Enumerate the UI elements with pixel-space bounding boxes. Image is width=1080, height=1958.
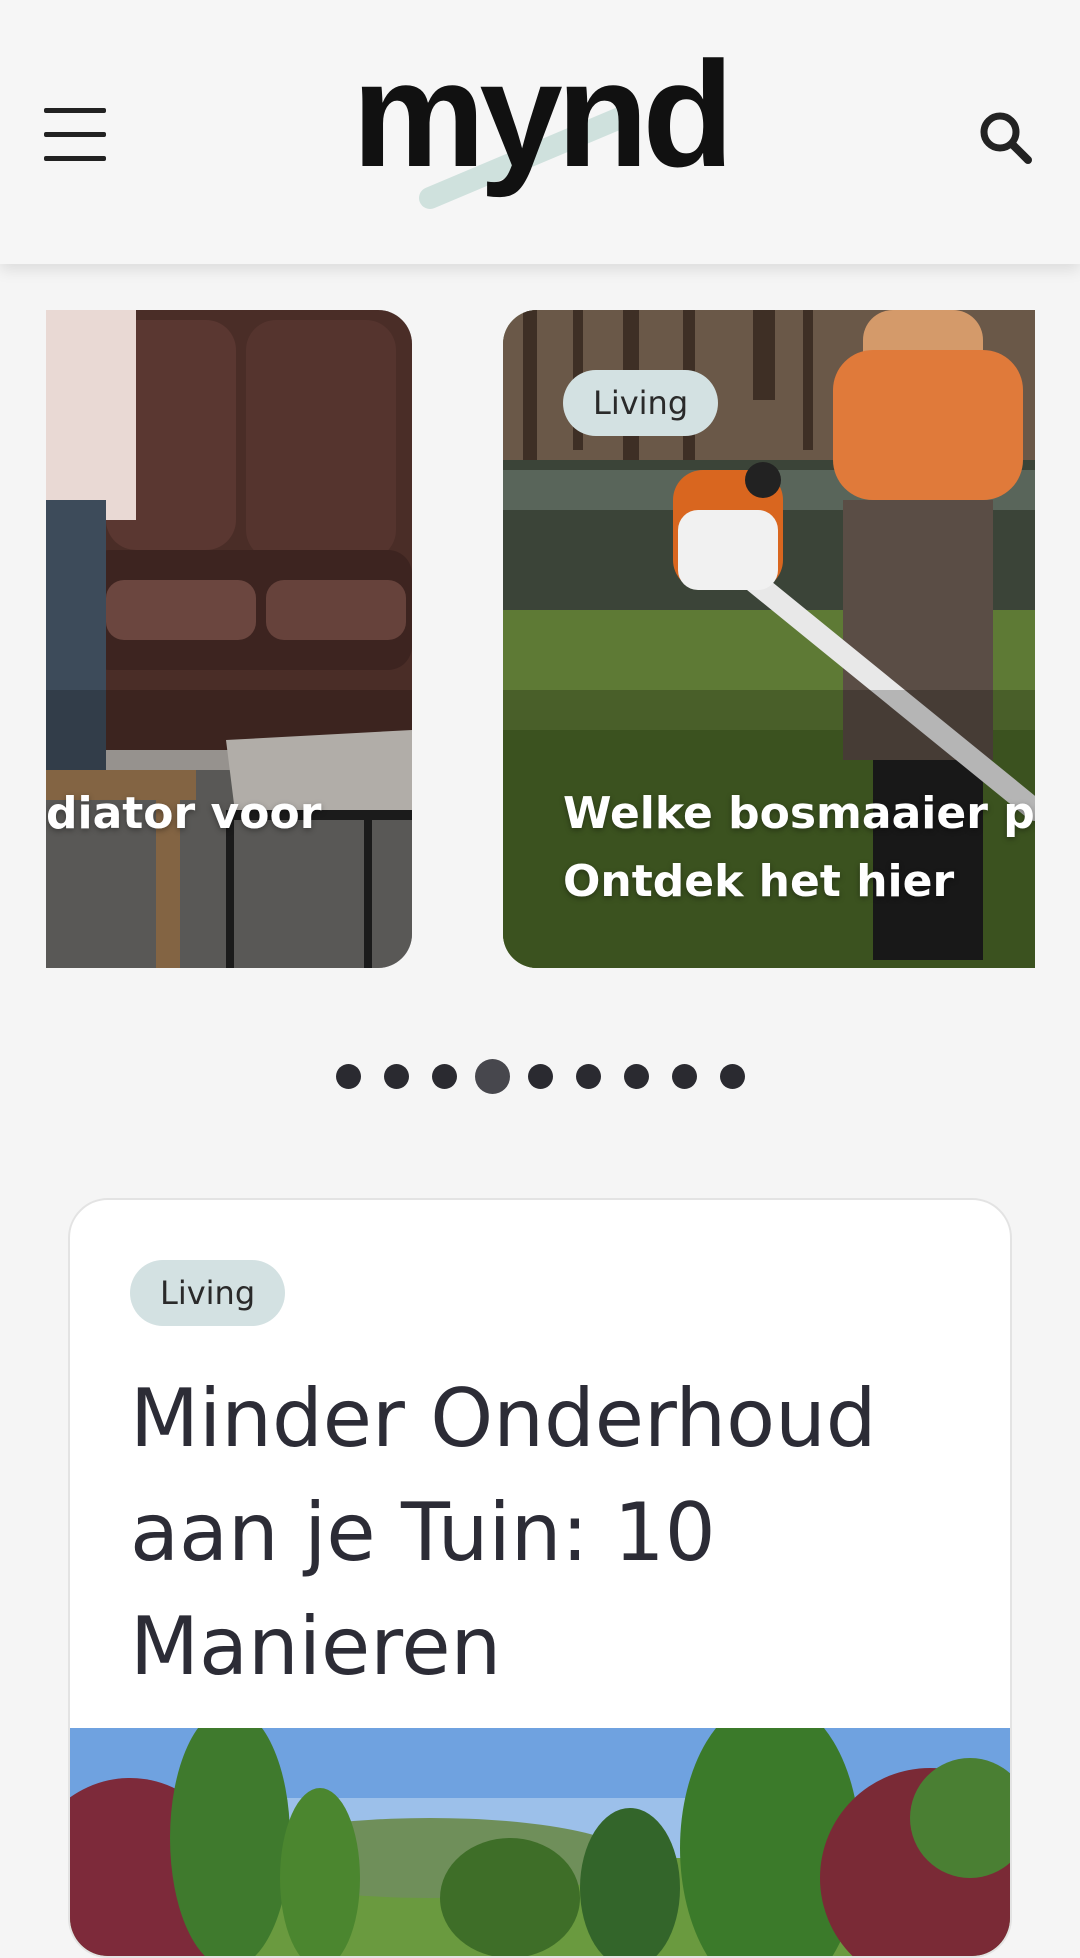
pagination-dot[interactable] [576,1064,601,1089]
mynd-logo[interactable]: mynd [320,48,760,218]
pagination-dot[interactable] [720,1064,745,1089]
pagination-dot[interactable] [384,1064,409,1089]
slide-title-line: Ontdek het hier [563,856,955,907]
slide-title-line: Welke bosmaaier past [563,788,1035,839]
featured-article-card[interactable]: Living Minder Onderhoud aan je Tuin: 10 … [68,1198,1012,1958]
svg-text:mynd: mynd [352,48,728,198]
pagination-dot[interactable] [672,1064,697,1089]
carousel-slide[interactable]: Living Welke bosmaaier past Ontdek het h… [503,310,1035,968]
carousel-slide[interactable]: diator voor [46,310,412,968]
pagination-dot[interactable] [528,1064,553,1089]
top-header: mynd [0,0,1080,264]
category-pill[interactable]: Living [563,370,719,436]
article-carousel[interactable]: diator voor Living Welke bosmaaier p Ont… [0,310,1080,970]
hamburger-menu-icon[interactable] [44,108,106,162]
pagination-dot[interactable] [336,1064,361,1089]
category-pill[interactable]: Living [130,1260,286,1326]
search-icon[interactable] [976,108,1034,166]
article-title[interactable]: Minder Onderhoud aan je Tuin: 10 Maniere… [130,1362,950,1704]
slide-title: Welke bosmaaier past Ontdek het hier [563,780,1035,916]
pagination-dot[interactable] [624,1064,649,1089]
article-image [70,1728,1010,1956]
carousel-pagination [0,1059,1080,1094]
slide-title: diator voor [46,788,322,839]
pagination-dot-active[interactable] [475,1059,510,1094]
pagination-dot[interactable] [432,1064,457,1089]
slide-image [46,310,412,968]
